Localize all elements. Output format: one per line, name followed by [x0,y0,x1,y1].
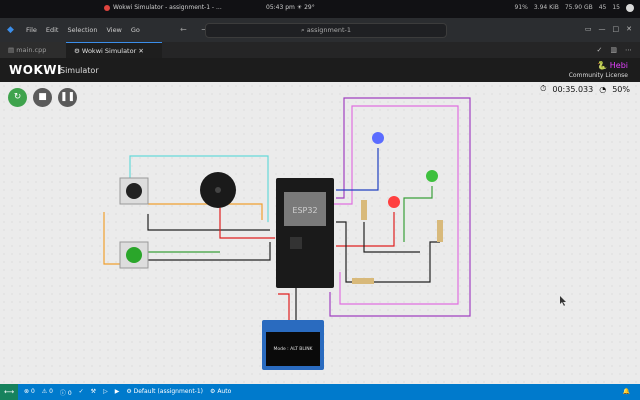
window-title[interactable]: Wokwi Simulator - assignment-1 - ... [104,4,222,11]
pushbutton-black-cap[interactable] [126,183,142,199]
snake-icon: 🐍 [597,61,610,70]
resistor-1 [361,200,367,220]
split-editor-icon[interactable]: ▥ [610,46,617,54]
menu-edit[interactable]: Edit [46,26,59,34]
info-count: 0 [67,390,72,397]
wokwi-title: Simulator [60,66,99,75]
led-red [388,196,400,208]
wire-cyan [129,155,269,222]
wire-red-oled [278,293,290,320]
workspace-status[interactable]: 15 [612,4,620,12]
file-icon: ▤ [8,46,17,54]
tab-label: Wokwi Simulator [81,47,137,55]
warnings-count: 0 [49,388,53,395]
menu-view[interactable]: View [106,26,121,34]
esp32-chip [290,237,302,249]
debug-icon[interactable]: ▷ [103,388,108,397]
menu-selection[interactable]: Selection [67,26,97,34]
user-name: Hebi [609,61,628,70]
editor-tabs: ▤ main.cpp ⚙ Wokwi Simulator ✕ ✓ ▥ ⋯ [0,42,640,59]
wokwi-header: WOKWI Simulator 🐍 Hebi Community License [0,58,640,82]
circuit-diagram: ESP32 Mode : ALT BLINK [103,97,566,370]
resistor-3 [437,220,443,242]
battery-status[interactable]: 91% [515,4,528,12]
mouse-cursor-icon [560,296,566,306]
editor-title-bar: ◆ File Edit Selection View Go ← → ⌕ assi… [0,18,640,42]
wire-orange [148,203,263,220]
oled-text: Mode : ALT BLINK [273,346,313,352]
weather-temp: 29° [304,4,315,11]
tab-main-cpp[interactable]: ▤ main.cpp [0,42,74,58]
build-mode-text: Auto [217,388,232,395]
errors-count: 0 [30,388,35,395]
led-green [426,170,438,182]
info-status[interactable]: ⓘ 0 [60,388,72,397]
build-mode-status[interactable]: ⚙ Auto [210,388,231,397]
window-title-text: Wokwi Simulator - assignment-1 - ... [113,4,222,11]
simulation-canvas[interactable]: ↻ ■ ❚❚ ⏱ 00:35.033 ◔ 50% ESP32 Mode: AL… [0,82,640,384]
run-icon[interactable]: ▶ [115,388,120,397]
user-badge[interactable]: 🐍 Hebi [597,61,628,70]
wire-green-led [403,186,433,242]
wire-purple [329,97,471,317]
tab-label: main.cpp [16,46,47,54]
memory-status[interactable]: 75.90 GB [565,4,593,12]
app-indicator-icon [104,4,110,11]
menu-file[interactable]: File [26,26,37,34]
wire-black-4 [363,222,420,253]
maximize-icon[interactable]: □ [613,25,620,33]
wire-red-buzzer [219,204,275,239]
build-check-icon[interactable]: ✓ [79,388,84,397]
system-tray: 91% 3.94 KiB 75.90 GB 45 15 [515,4,634,12]
wokwi-icon: ⚙ [74,47,82,55]
led-blue [372,132,384,144]
wire-black-3 [374,241,440,283]
clock-time: 05:43 pm [266,4,295,11]
layout-icon[interactable]: ▭ [585,25,592,33]
vscode-icon: ◆ [7,25,14,35]
profile-status[interactable]: ⚙ Default (assignment-1) [126,388,203,397]
notifications-icon[interactable]: 🔔 [623,388,630,395]
resistor-2 [352,278,374,284]
pushbutton-green-cap[interactable] [126,247,142,263]
menu-go[interactable]: Go [131,26,140,34]
wire-black-1 [148,242,271,261]
close-tab-icon[interactable]: ✕ [138,47,143,55]
errors-status[interactable]: ⊗ 0 [24,388,35,397]
profile-text: Default (assignment-1) [133,388,204,395]
clock[interactable]: 05:43 pm ☀ 29° [266,4,315,11]
os-top-bar: Wokwi Simulator - assignment-1 - ... 05:… [0,0,640,18]
license-text: Community License [568,72,628,79]
command-center-search[interactable]: ⌕ assignment-1 [205,23,447,38]
check-icon[interactable]: ✓ [597,46,603,54]
close-icon[interactable]: ✕ [626,25,632,33]
status-items: ⊗ 0 ⚠ 0 ⓘ 0 ✓ ⚒ ▷ ▶ ⚙ Default (assignmen… [24,388,231,397]
tools-icon[interactable]: ⚒ [91,388,96,397]
network-status[interactable]: 3.94 KiB [534,4,559,12]
menu-bar: File Edit Selection View Go [26,26,140,34]
volume-status[interactable]: 45 [599,4,607,12]
search-text: assignment-1 [306,26,351,34]
minimize-icon[interactable]: — [599,25,606,33]
power-icon[interactable] [626,4,634,12]
remote-icon[interactable]: ⟷ [0,384,18,400]
wire-black-2 [147,214,270,231]
tab-wokwi-simulator[interactable]: ⚙ Wokwi Simulator ✕ [66,42,162,59]
weather-icon: ☀ [296,4,303,11]
tab-actions: ✓ ▥ ⋯ [597,46,633,54]
wire-black-res [336,221,352,283]
wokwi-logo: WOKWI [9,63,62,77]
wire-blue [336,148,379,191]
window-controls: ▭ — □ ✕ [585,25,632,33]
warnings-status[interactable]: ⚠ 0 [42,388,53,397]
status-bar: ⟷ ⊗ 0 ⚠ 0 ⓘ 0 ✓ ⚒ ▷ ▶ ⚙ Default (assignm… [0,384,640,400]
esp32-label: ESP32 [292,206,317,215]
more-icon[interactable]: ⋯ [625,46,632,54]
buzzer-hole [215,187,221,193]
